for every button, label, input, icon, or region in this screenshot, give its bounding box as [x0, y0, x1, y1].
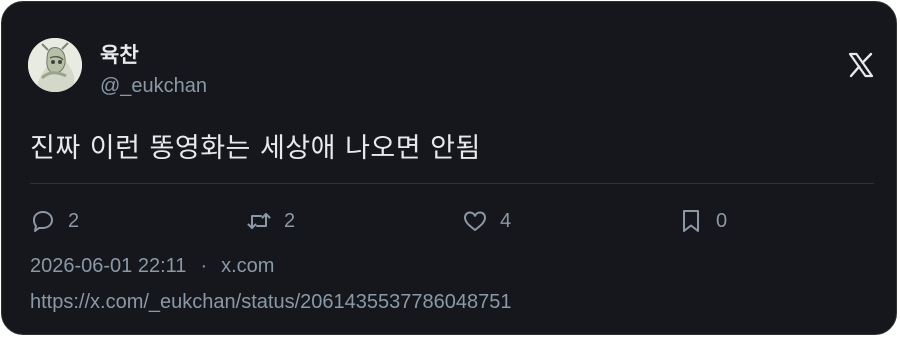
tweet-text: 진짜 이런 똥영화는 세상애 나오면 안됨 — [30, 133, 481, 164]
timestamp[interactable]: 2026-06-01 22:11 — [30, 255, 186, 278]
heart-icon — [464, 211, 486, 231]
display-name[interactable]: 육찬 — [100, 39, 139, 69]
retweet-button[interactable]: 2 — [246, 206, 295, 236]
bookmark-button[interactable]: 0 — [678, 206, 727, 236]
like-button[interactable]: 4 — [462, 206, 511, 236]
divider — [30, 183, 874, 184]
source-domain[interactable]: x.com — [221, 255, 274, 278]
x-logo-icon[interactable] — [848, 52, 874, 78]
timestamp-row: 2026-06-01 22:11 · x.com — [30, 255, 274, 278]
bookmark-count: 0 — [716, 209, 728, 232]
reply-button[interactable]: 2 — [30, 206, 79, 236]
status-url[interactable]: https://x.com/_eukchan/status/2061435537… — [30, 291, 511, 314]
user-handle[interactable]: @_eukchan — [100, 75, 207, 98]
like-count: 4 — [500, 209, 512, 232]
avatar-image — [28, 38, 82, 92]
reply-count: 2 — [68, 209, 80, 232]
bookmark-icon — [683, 210, 699, 232]
avatar[interactable] — [28, 38, 82, 92]
retweet-icon — [247, 213, 271, 229]
reply-icon — [33, 211, 53, 232]
tweet-card: 육찬 @_eukchan 진짜 이런 똥영화는 세상애 나오면 안됨 2 2 4 — [1, 1, 897, 335]
separator: · — [200, 255, 208, 277]
retweet-count: 2 — [284, 209, 296, 232]
